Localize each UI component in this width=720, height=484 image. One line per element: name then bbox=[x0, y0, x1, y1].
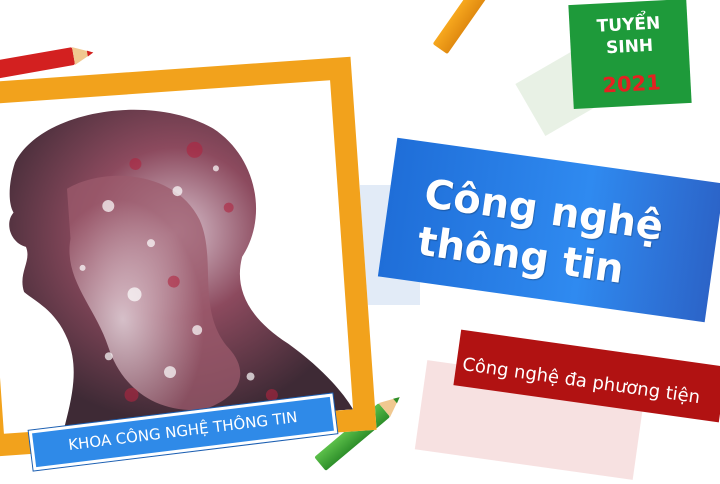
admissions-year: 2021 bbox=[601, 70, 662, 98]
orange-pencil-icon bbox=[432, 0, 522, 55]
admissions-tag-text: TUYỂN SINH bbox=[569, 11, 689, 61]
portrait-image bbox=[9, 109, 354, 430]
admissions-line2: SINH bbox=[605, 35, 654, 59]
red-pencil-icon bbox=[0, 43, 101, 80]
admissions-tag: TUYỂN SINH 2021 bbox=[568, 0, 692, 110]
